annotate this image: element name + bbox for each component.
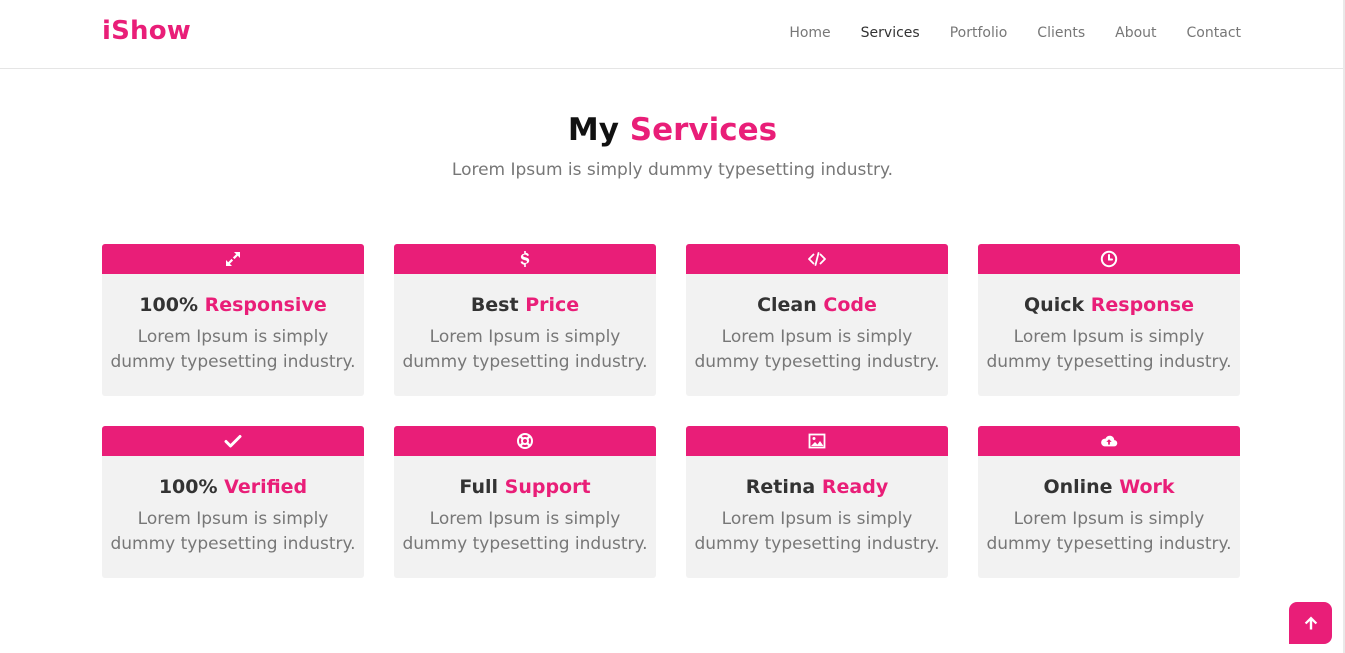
expand-arrows-icon bbox=[224, 250, 242, 268]
card-title: Clean Code bbox=[686, 293, 948, 317]
nav-home[interactable]: Home bbox=[789, 24, 830, 42]
card-title-main: 100% bbox=[139, 294, 198, 316]
card-title: 100% Responsive bbox=[102, 293, 364, 317]
card-title-main: Full bbox=[459, 476, 499, 498]
dollar-icon bbox=[516, 250, 534, 268]
card-title-main: Online bbox=[1043, 476, 1113, 498]
code-icon bbox=[808, 250, 826, 268]
cloud-upload-icon bbox=[1100, 432, 1118, 450]
card-header bbox=[394, 244, 656, 274]
card-text: Lorem Ipsum is simply dummy typesetting … bbox=[402, 327, 648, 372]
card-title-main: 100% bbox=[158, 476, 218, 498]
card-title-accent: Responsive bbox=[204, 294, 327, 316]
life-ring-icon bbox=[516, 432, 534, 450]
card-title-accent: Work bbox=[1119, 476, 1175, 498]
card-title-accent: Verified bbox=[224, 476, 308, 498]
card-header bbox=[978, 244, 1240, 274]
brand-logo[interactable]: iShow bbox=[102, 16, 191, 46]
nav-contact[interactable]: Contact bbox=[1187, 24, 1241, 42]
nav-services[interactable]: Services bbox=[861, 24, 920, 42]
services-grid: 100% Responsive Lorem Ipsum is simply du… bbox=[102, 244, 1242, 578]
main-nav: Home Services Portfolio Clients About Co… bbox=[789, 24, 1241, 42]
arrow-up-icon bbox=[1303, 615, 1319, 631]
card-title-main: Best bbox=[470, 294, 519, 316]
card-title: Online Work bbox=[978, 475, 1240, 499]
card-title: Quick Response bbox=[978, 293, 1240, 317]
service-card-retina: Retina Ready Lorem Ipsum is simply dummy… bbox=[686, 426, 948, 578]
section-subtitle: Lorem Ipsum is simply dummy typesetting … bbox=[451, 160, 894, 180]
card-title: 100% Verified bbox=[102, 475, 364, 499]
service-card-responsive: 100% Responsive Lorem Ipsum is simply du… bbox=[102, 244, 364, 396]
card-title: Retina Ready bbox=[686, 475, 948, 499]
card-title-accent: Price bbox=[525, 294, 580, 316]
image-icon bbox=[808, 432, 826, 450]
card-title-main: Retina bbox=[745, 476, 816, 498]
card-title-accent: Code bbox=[823, 294, 877, 316]
card-title-main: Quick bbox=[1024, 294, 1085, 316]
card-title-main: Clean bbox=[757, 294, 817, 316]
check-icon bbox=[224, 432, 242, 450]
card-text: Lorem Ipsum is simply dummy typesetting … bbox=[110, 509, 356, 554]
card-title-accent: Support bbox=[504, 476, 591, 498]
service-card-price: Best Price Lorem Ipsum is simply dummy t… bbox=[394, 244, 656, 396]
card-text: Lorem Ipsum is simply dummy typesetting … bbox=[986, 327, 1232, 372]
card-title: Full Support bbox=[394, 475, 656, 499]
clock-icon bbox=[1100, 250, 1118, 268]
card-header bbox=[102, 426, 364, 456]
service-card-support: Full Support Lorem Ipsum is simply dummy… bbox=[394, 426, 656, 578]
service-card-code: Clean Code Lorem Ipsum is simply dummy t… bbox=[686, 244, 948, 396]
service-card-response: Quick Response Lorem Ipsum is simply dum… bbox=[978, 244, 1240, 396]
section-title: My Services bbox=[0, 112, 1345, 148]
card-text: Lorem Ipsum is simply dummy typesetting … bbox=[694, 509, 940, 554]
card-title: Best Price bbox=[394, 293, 656, 317]
card-header bbox=[686, 426, 948, 456]
nav-clients[interactable]: Clients bbox=[1037, 24, 1085, 42]
card-header bbox=[686, 244, 948, 274]
card-header bbox=[102, 244, 364, 274]
card-text: Lorem Ipsum is simply dummy typesetting … bbox=[694, 327, 940, 372]
card-text: Lorem Ipsum is simply dummy typesetting … bbox=[402, 509, 648, 554]
card-header bbox=[978, 426, 1240, 456]
section-title-accent: Services bbox=[629, 112, 778, 148]
nav-portfolio[interactable]: Portfolio bbox=[950, 24, 1008, 42]
nav-about[interactable]: About bbox=[1115, 24, 1156, 42]
scroll-to-top-button[interactable] bbox=[1289, 602, 1332, 644]
card-title-accent: Response bbox=[1090, 294, 1194, 316]
section-title-main: My bbox=[567, 112, 619, 148]
card-header bbox=[394, 426, 656, 456]
service-card-online: Online Work Lorem Ipsum is simply dummy … bbox=[978, 426, 1240, 578]
card-text: Lorem Ipsum is simply dummy typesetting … bbox=[986, 509, 1232, 554]
top-navbar: iShow Home Services Portfolio Clients Ab… bbox=[0, 0, 1344, 69]
card-text: Lorem Ipsum is simply dummy typesetting … bbox=[110, 327, 356, 372]
service-card-verified: 100% Verified Lorem Ipsum is simply dumm… bbox=[102, 426, 364, 578]
card-title-accent: Ready bbox=[821, 476, 889, 498]
